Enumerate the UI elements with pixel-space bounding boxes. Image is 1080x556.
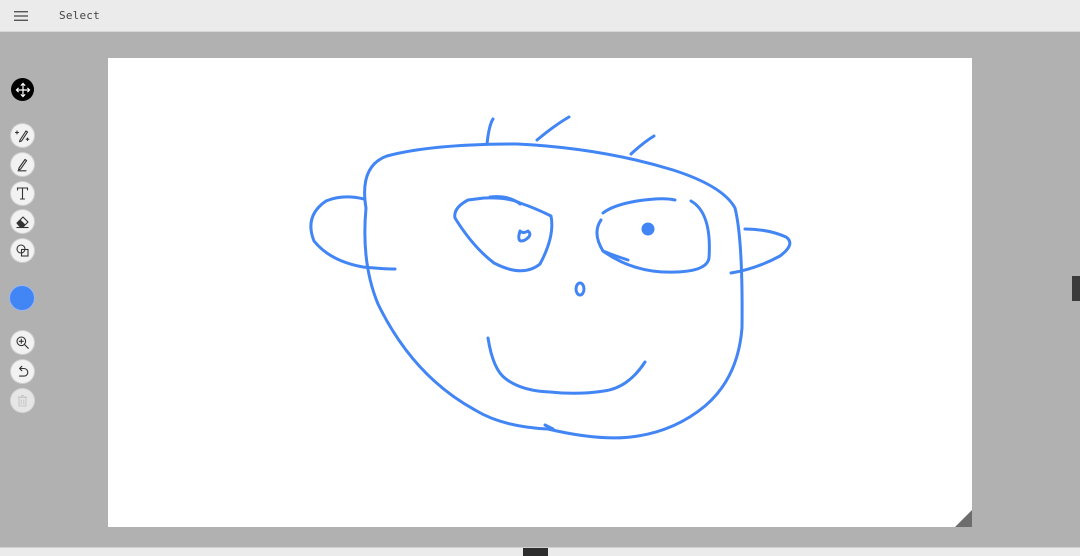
shapes-icon (16, 244, 29, 257)
page-resize-corner[interactable] (955, 510, 972, 527)
color-picker-button[interactable] (10, 286, 34, 310)
undo-icon (18, 365, 29, 377)
smiley-face-drawing[interactable] (108, 58, 972, 527)
horizontal-scroll-handle[interactable] (523, 548, 548, 556)
text-icon (16, 187, 29, 200)
shapes-tool-button[interactable] (11, 239, 34, 262)
pen-tool-button[interactable] (11, 153, 34, 176)
zoom-in-icon (16, 336, 29, 349)
vertical-scroll-handle[interactable] (1072, 276, 1080, 301)
smart-pen-tool-button[interactable] (11, 124, 34, 147)
move-tool-button[interactable] (11, 78, 34, 101)
drawing-canvas[interactable] (108, 58, 972, 527)
eraser-tool-button[interactable] (11, 210, 34, 233)
delete-button[interactable] (11, 389, 34, 412)
trash-icon (17, 395, 28, 407)
bottom-scrollbar (0, 547, 1080, 556)
zoom-tool-button[interactable] (11, 331, 34, 354)
move-arrows-icon (15, 82, 30, 97)
top-bar: Select (0, 0, 1080, 32)
sparkle-pen-icon (15, 130, 30, 143)
eraser-icon (16, 216, 29, 229)
hamburger-menu-icon (14, 11, 28, 21)
text-tool-button[interactable] (11, 182, 34, 205)
menu-button[interactable] (9, 4, 33, 28)
pen-icon (17, 158, 28, 172)
undo-button[interactable] (11, 360, 34, 383)
mode-label: Select (59, 9, 100, 22)
